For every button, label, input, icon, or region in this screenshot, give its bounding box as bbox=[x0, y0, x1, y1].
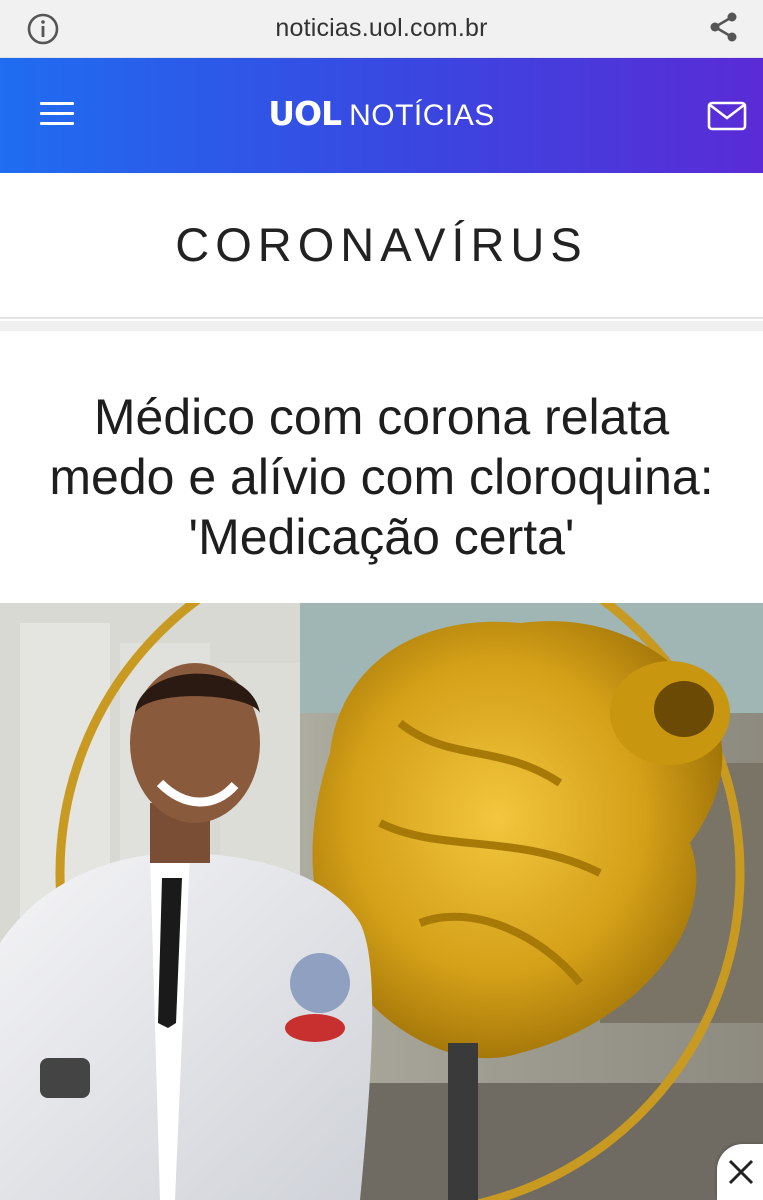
close-button[interactable] bbox=[717, 1144, 763, 1200]
category-title[interactable]: CORONAVÍRUS bbox=[0, 217, 763, 272]
mail-icon[interactable] bbox=[707, 100, 747, 132]
close-icon bbox=[728, 1159, 754, 1185]
category-banner: CORONAVÍRUS bbox=[0, 173, 763, 319]
site-brand[interactable]: UOL NOTÍCIAS bbox=[0, 94, 763, 133]
article-header: Médico com corona relata medo e alívio c… bbox=[0, 331, 763, 603]
divider bbox=[0, 321, 763, 331]
headline-line: medo e alívio com cloroquina: bbox=[49, 449, 714, 505]
browser-url-bar: noticias.uol.com.br bbox=[0, 0, 763, 58]
article-headline: Médico com corona relata medo e alívio c… bbox=[30, 387, 733, 567]
url-text[interactable]: noticias.uol.com.br bbox=[0, 14, 763, 43]
site-section-name: NOTÍCIAS bbox=[349, 99, 495, 132]
article-photo bbox=[0, 603, 763, 1200]
share-icon[interactable] bbox=[707, 10, 741, 44]
site-header: UOL NOTÍCIAS bbox=[0, 58, 763, 173]
headline-line: Médico com corona relata bbox=[93, 389, 670, 445]
headline-line: 'Medicação certa' bbox=[188, 509, 575, 565]
uol-logo: UOL bbox=[268, 94, 342, 133]
